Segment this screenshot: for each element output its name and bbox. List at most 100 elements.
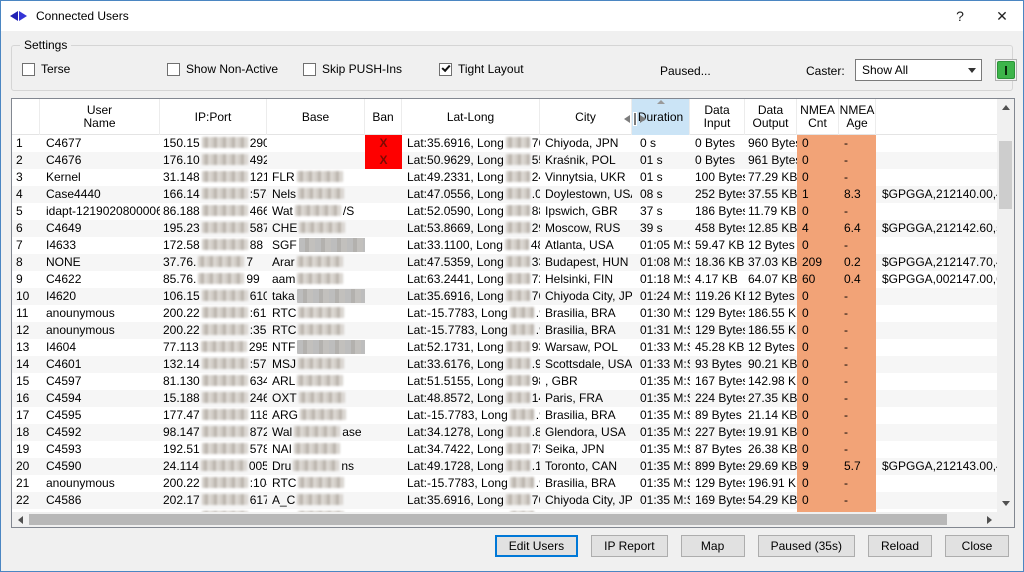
table-row[interactable]: 6C4649195.2358732CHELat:53.8669, Long295… xyxy=(12,220,997,237)
cell-ip: 150.152902 xyxy=(160,135,267,152)
cell-n: 12 xyxy=(12,322,40,339)
table-row[interactable]: 18C459298.1478728WalaseLat:34.1278, Long… xyxy=(12,424,997,441)
table-row[interactable]: 1C4677150.152902XLat:35.6916, Long7675Ch… xyxy=(12,135,997,152)
close-button[interactable]: Close xyxy=(945,535,1009,557)
vertical-scrollbar-thumb[interactable] xyxy=(999,141,1012,209)
scroll-up-arrow-icon[interactable] xyxy=(997,99,1014,116)
checkbox-skip-push-ins[interactable]: Skip PUSH-Ins xyxy=(303,62,402,76)
table-row[interactable]: 7I4633172.5888SGFLat:33.1100, Long4800At… xyxy=(12,237,997,254)
cell-dur: 01:33 M:S xyxy=(632,356,690,373)
cell-dur: 01:35 M:S xyxy=(632,424,690,441)
scroll-left-arrow-icon[interactable] xyxy=(12,512,29,527)
cell-din: 89 Bytes xyxy=(690,407,745,424)
table-row[interactable]: 21anounymous200.22:10492RTCLat:-15.7783,… xyxy=(12,475,997,492)
column-header-nmea-cnt[interactable]: NMEA Cnt xyxy=(797,99,839,135)
table-row[interactable]: 9C462285.76.99aamLat:63.2441, Long720Hel… xyxy=(12,271,997,288)
cell-din: 93 Bytes xyxy=(690,356,745,373)
cell-ip: 98.1478728 xyxy=(160,424,267,441)
column-header-duration[interactable]: Duration xyxy=(632,99,690,135)
table-row[interactable]: 14C4601132.14:57396MSJLat:33.6176, Long.… xyxy=(12,356,997,373)
horizontal-scrollbar[interactable] xyxy=(12,512,998,527)
redacted-blur xyxy=(506,137,530,148)
table-row[interactable]: 20C459024.1140053DrunsLat:49.1728, Long.… xyxy=(12,458,997,475)
cell-base: CHE xyxy=(267,220,365,237)
cell-gga xyxy=(876,390,997,407)
table-row[interactable]: 13I460477.1132950NTFLat:52.1731, Long931… xyxy=(12,339,997,356)
cell-gga xyxy=(876,492,997,509)
column-header-blank-12[interactable] xyxy=(876,99,998,135)
paused-35s--button[interactable]: Paused (35s) xyxy=(758,535,855,557)
table-row[interactable]: 8NONE37.76.7ArarLat:47.5359, Long332Buda… xyxy=(12,254,997,271)
cell-age: 6.4 xyxy=(839,220,876,237)
cell-age: - xyxy=(839,492,876,509)
column-header-base[interactable]: Base xyxy=(267,99,365,135)
cell-cnt: 0 xyxy=(797,135,839,152)
cell-base: RTC xyxy=(267,475,365,492)
redacted-blur xyxy=(297,289,365,303)
cell-gga: $GPGGA,212143.00,4910. xyxy=(876,458,997,475)
cell-ban xyxy=(365,407,402,424)
table-row[interactable]: 12anounymous200.22:35160RTCLat:-15.7783,… xyxy=(12,322,997,339)
ip-report-button[interactable]: IP Report xyxy=(591,535,667,557)
column-header-user-name[interactable]: User Name xyxy=(40,99,160,135)
cell-dur: 01:35 M:S xyxy=(632,458,690,475)
scroll-down-arrow-icon[interactable] xyxy=(997,495,1014,512)
cell-base: SGF xyxy=(267,237,365,254)
column-header-nmea-age[interactable]: NMEA Age xyxy=(839,99,876,135)
table-row[interactable]: 17C4595177.4711816ARGLat:-15.7783, Long.… xyxy=(12,407,997,424)
redacted-blur xyxy=(202,477,248,488)
column-header-ip-port[interactable]: IP:Port xyxy=(160,99,267,135)
cell-din: 252 Bytes xyxy=(690,186,745,203)
column-header-data-output[interactable]: Data Output xyxy=(745,99,797,135)
column-header-lat-long[interactable]: Lat-Long xyxy=(402,99,540,135)
scroll-right-arrow-icon[interactable] xyxy=(981,512,998,527)
column-header-city[interactable]: City xyxy=(540,99,632,135)
cell-ban xyxy=(365,271,402,288)
redacted-blur xyxy=(510,477,534,488)
cell-city: Brasilia, BRA xyxy=(540,305,632,322)
horizontal-scrollbar-thumb[interactable] xyxy=(29,514,947,525)
cell-dout: 186.55 KB xyxy=(745,305,797,322)
cell-din: 129 Bytes xyxy=(690,475,745,492)
close-button[interactable]: ✕ xyxy=(981,1,1023,31)
reload-button[interactable]: Reload xyxy=(868,535,932,557)
caster-indicator-button[interactable] xyxy=(995,59,1017,81)
redacted-blur xyxy=(506,341,530,352)
checkbox-show-non-active[interactable]: Show Non-Active xyxy=(167,62,278,76)
cell-din: 119.26 KB xyxy=(690,288,745,305)
column-header-data-input[interactable]: Data Input xyxy=(690,99,745,135)
table-row[interactable]: 22C4586202.1761739A_CLat:35.6916, Long76… xyxy=(12,492,997,509)
column-header-ban[interactable]: Ban xyxy=(365,99,402,135)
checkbox-tight-layout[interactable]: Tight Layout xyxy=(439,62,524,76)
edit-users-button[interactable]: Edit Users xyxy=(495,535,578,557)
cell-gga xyxy=(876,152,997,169)
cell-n: 3 xyxy=(12,169,40,186)
column-header-blank-0[interactable] xyxy=(12,99,40,135)
table-row[interactable]: 10I4620106.1561076takaLat:35.6916, Long7… xyxy=(12,288,997,305)
cell-ip: 200.22:61345 xyxy=(160,305,267,322)
redacted-blur xyxy=(510,307,534,318)
cell-base: RTC xyxy=(267,322,365,339)
table-row[interactable]: 15C459781.1306345ARLLat:51.5155, Long982… xyxy=(12,373,997,390)
cell-age: 0.4 xyxy=(839,271,876,288)
table-row[interactable]: 4Case4440166.14:57807NelsLat:47.0556, Lo… xyxy=(12,186,997,203)
table-row[interactable]: 3Kernel31.1481213FLRLat:49.2331, Long242… xyxy=(12,169,997,186)
cell-gga xyxy=(876,305,997,322)
table-row[interactable]: 11anounymous200.22:61345RTCLat:-15.7783,… xyxy=(12,305,997,322)
help-button[interactable]: ? xyxy=(939,1,981,31)
table-row[interactable]: 5idapt-121902080000686.18846634Wat/SLat:… xyxy=(12,203,997,220)
table-row[interactable]: 19C4593192.5157872NAILat:34.7422, Long75… xyxy=(12,441,997,458)
cell-dout: 37.03 KB xyxy=(745,254,797,271)
cell-gga xyxy=(876,135,997,152)
cell-din: 167 Bytes xyxy=(690,373,745,390)
cell-user: C4676 xyxy=(40,152,160,169)
cell-cnt: 0 xyxy=(797,305,839,322)
vertical-scrollbar[interactable] xyxy=(997,99,1014,512)
redacted-blur xyxy=(294,426,340,437)
cell-lat: Lat:35.6916, Long7675 xyxy=(402,288,540,305)
table-row[interactable]: 2C4676176.1049216XLat:50.9629, Long558Kr… xyxy=(12,152,997,169)
checkbox-terse[interactable]: Terse xyxy=(22,62,70,76)
caster-select[interactable]: Show All xyxy=(855,59,982,81)
table-row[interactable]: 16C459415.1882468OXTLat:48.8572, Long14P… xyxy=(12,390,997,407)
map-button[interactable]: Map xyxy=(681,535,745,557)
